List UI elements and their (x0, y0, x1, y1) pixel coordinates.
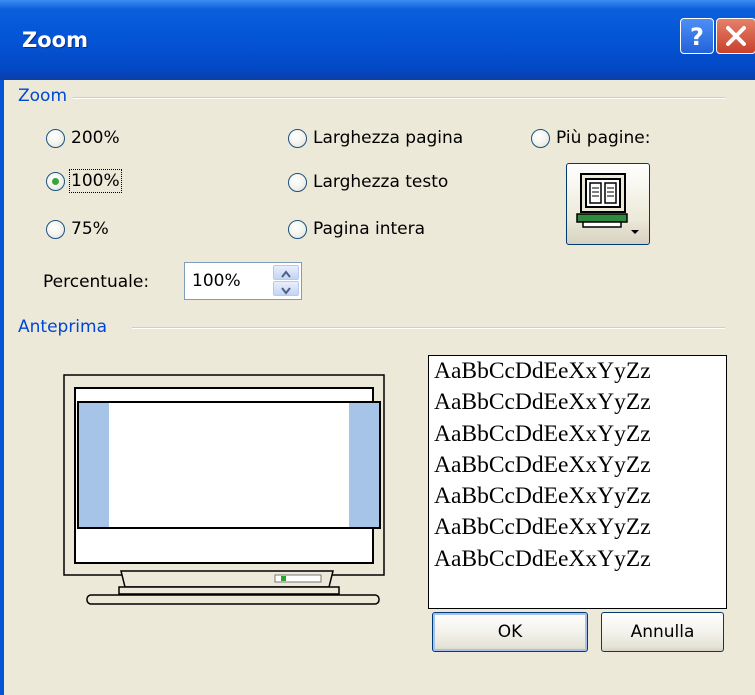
window-title: Zoom (22, 28, 88, 52)
close-button[interactable] (716, 18, 755, 54)
radio-whole-page[interactable]: Pagina intera (288, 219, 425, 239)
radio-whole-page-label: Pagina intera (313, 219, 426, 239)
radio-zoom-100[interactable]: 100% (46, 169, 122, 193)
spin-up-button[interactable] (273, 265, 299, 280)
title-bar: Zoom ? (0, 0, 755, 80)
sample-line: AaBbCcDdEeXxYyZz (434, 514, 651, 541)
monitor-preview-icon (63, 374, 385, 605)
radio-many-pages-label: Più pagine: (556, 128, 651, 148)
ok-button[interactable]: OK (432, 612, 588, 652)
help-icon: ? (690, 23, 704, 50)
close-icon (726, 26, 746, 46)
radio-selected-dot (52, 177, 59, 185)
sample-line: AaBbCcDdEeXxYyZz (434, 420, 651, 447)
radio-circle (46, 219, 65, 239)
font-sample-box: AaBbCcDdEeXxYyZz AaBbCcDdEeXxYyZz AaBbCc… (428, 355, 727, 609)
radio-page-width-label: Larghezza pagina (313, 128, 464, 148)
many-pages-button[interactable] (566, 163, 650, 245)
sample-line: AaBbCcDdEeXxYyZz (434, 389, 651, 416)
radio-zoom-100-label: 100% (69, 169, 122, 193)
radio-zoom-200[interactable]: 200% (46, 128, 120, 148)
radio-circle (531, 128, 550, 148)
zoom-group-label: Zoom (18, 86, 74, 106)
chevron-up-icon (281, 270, 291, 278)
preview-monitor (43, 355, 413, 610)
sample-line: AaBbCcDdEeXxYyZz (434, 451, 651, 478)
sample-line: AaBbCcDdEeXxYyZz (434, 483, 651, 510)
radio-text-width-label: Larghezza testo (313, 172, 449, 192)
radio-circle (288, 128, 307, 148)
radio-text-width[interactable]: Larghezza testo (288, 172, 448, 192)
preview-group-divider (132, 327, 725, 329)
radio-zoom-200-label: 200% (71, 128, 120, 148)
radio-page-width[interactable]: Larghezza pagina (288, 128, 463, 148)
percentage-spinbox[interactable]: 100% (184, 262, 302, 300)
radio-circle (288, 172, 307, 192)
radio-circle-selected (46, 171, 65, 191)
radio-many-pages[interactable]: Più pagine: (531, 128, 650, 148)
spin-arrows (273, 265, 299, 297)
radio-circle (288, 219, 307, 239)
radio-zoom-75-label: 75% (71, 219, 109, 239)
spin-down-button[interactable] (273, 281, 299, 296)
radio-zoom-75[interactable]: 75% (46, 219, 109, 239)
radio-circle (46, 128, 65, 148)
preview-group-label: Anteprima (18, 317, 114, 337)
svg-text:?: ? (690, 23, 704, 50)
cancel-button[interactable]: Annulla (601, 612, 724, 652)
help-button[interactable]: ? (680, 18, 714, 54)
sample-line: AaBbCcDdEeXxYyZz (434, 545, 651, 572)
percentage-label: Percentuale: (43, 272, 150, 292)
monitor-pages-icon (576, 173, 639, 234)
sample-line: AaBbCcDdEeXxYyZz (434, 358, 651, 384)
chevron-down-icon (281, 287, 291, 295)
percentage-input[interactable]: 100% (192, 271, 241, 291)
zoom-group-divider (70, 97, 725, 99)
